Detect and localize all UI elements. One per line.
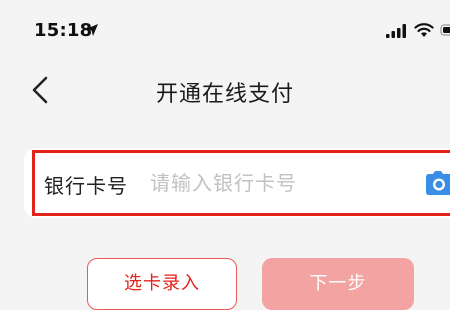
status-time: 15:18 bbox=[34, 20, 93, 41]
page-title: 开通在线支付 bbox=[155, 82, 294, 107]
card-number-input[interactable] bbox=[150, 166, 410, 200]
wifi-icon bbox=[414, 23, 434, 37]
status-bar: 15:18 bbox=[0, 0, 450, 62]
location-arrow-icon bbox=[86, 24, 98, 36]
card-number-label: 银行卡号 bbox=[44, 174, 128, 198]
battery-icon bbox=[440, 24, 450, 36]
next-step-button[interactable]: 下一步 bbox=[262, 258, 414, 310]
select-card-button[interactable]: 选卡录入 bbox=[87, 258, 237, 310]
nav-bar: 开通在线支付 bbox=[0, 62, 450, 120]
camera-icon[interactable] bbox=[422, 169, 450, 197]
cellular-signal-icon bbox=[386, 24, 406, 38]
